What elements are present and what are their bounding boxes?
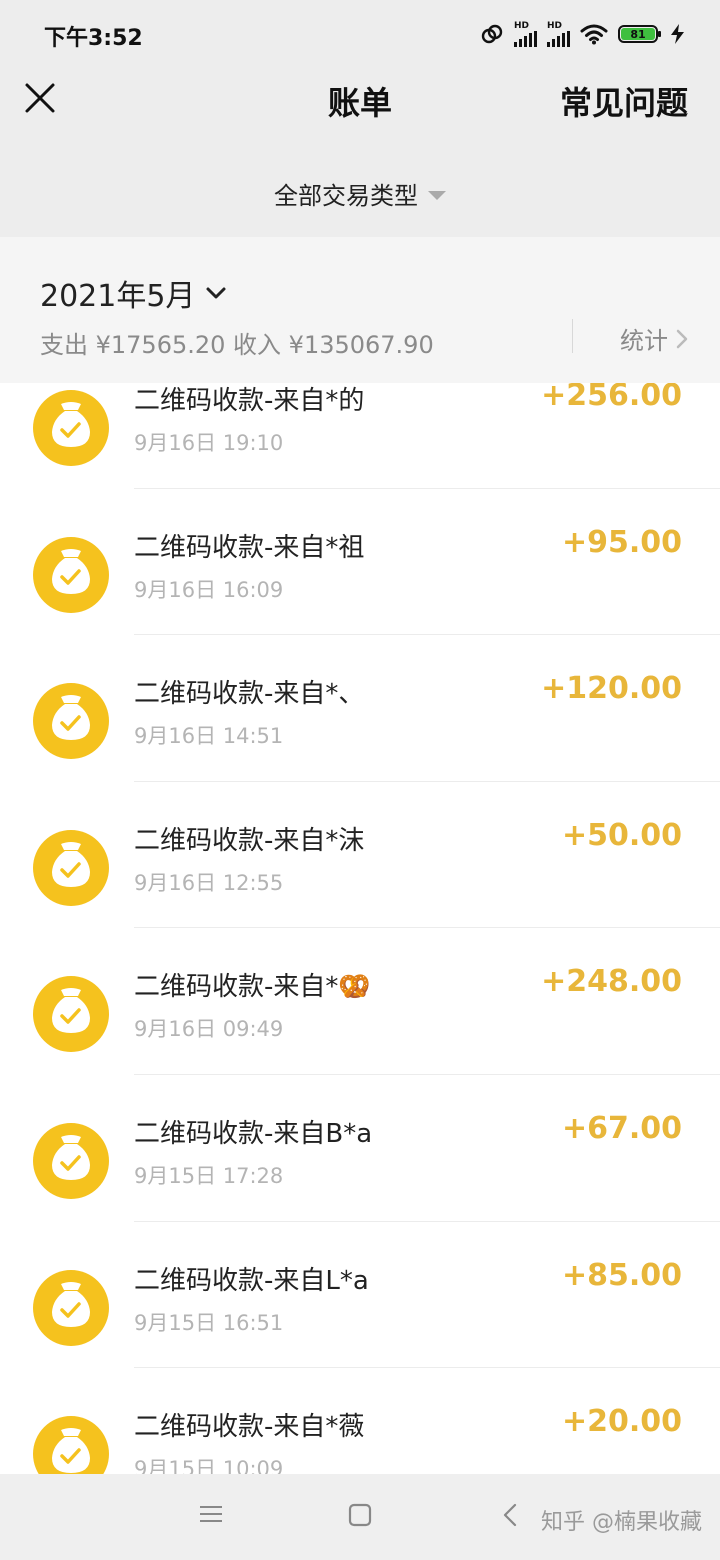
stats-label: 统计: [620, 327, 668, 355]
status-time: 下午3:52: [44, 26, 143, 51]
status-icons: HD HD 81: [480, 18, 688, 50]
money-bag-check-icon: [52, 402, 90, 447]
transaction-date: 9月16日 12:55: [134, 870, 284, 895]
transaction-row[interactable]: 二维码收款-来自B*a 9月15日 17:28 +67.00: [0, 1075, 720, 1222]
caret-down-icon: [428, 190, 446, 200]
battery-level: 81: [630, 27, 646, 41]
transaction-icon: [33, 1122, 109, 1199]
transaction-title: 二维码收款-来自*沫: [134, 825, 365, 856]
link-icon: [481, 24, 503, 44]
chevron-down-icon: [206, 287, 226, 299]
transaction-date: 9月15日 10:09: [134, 1457, 284, 1474]
back-button[interactable]: [500, 1502, 520, 1532]
transaction-row[interactable]: 二维码收款-来自*沫 9月16日 12:55 +50.00: [0, 782, 720, 929]
back-icon: [503, 1503, 517, 1527]
signal-icon: HD: [514, 20, 537, 47]
filter-label: 全部交易类型: [274, 182, 418, 210]
wifi-icon: [580, 24, 608, 45]
transaction-icon: [33, 390, 109, 466]
transaction-type-filter[interactable]: 全部交易类型: [0, 176, 720, 211]
transaction-date: 9月15日 16:51: [134, 1310, 284, 1335]
transaction-icon: [33, 976, 109, 1053]
money-bag-check-icon: [52, 1428, 90, 1474]
transaction-title: 二维码收款-来自B*a: [134, 1118, 373, 1149]
money-bag-check-icon: [52, 1134, 90, 1180]
transaction-row[interactable]: 二维码收款-来自*🥨 9月16日 09:49 +248.00: [0, 928, 720, 1075]
stats-button[interactable]: 统计: [620, 321, 688, 356]
menu-button[interactable]: [198, 1502, 224, 1530]
transaction-icon: [33, 683, 109, 760]
chevron-right-icon: [676, 329, 688, 348]
transaction-row[interactable]: 二维码收款-来自*薇 9月15日 10:09 +20.00: [0, 1368, 720, 1474]
transaction-list[interactable]: 二维码收款-来自*的 9月16日 19:10 +256.00 二维码收款-来自*祖 9月…: [0, 342, 720, 1474]
transaction-title: 二维码收款-来自*🥨: [134, 972, 371, 1003]
system-navigation-bar: 知乎 @楠果收藏: [0, 1474, 720, 1560]
transaction-amount: +67.00: [561, 1110, 682, 1146]
money-bag-check-icon: [52, 695, 90, 741]
transaction-amount: +248.00: [541, 964, 682, 1000]
signal-icon-2: HD: [547, 20, 570, 47]
transaction-title: 二维码收款-来自L*a: [134, 1265, 369, 1296]
faq-button[interactable]: 常见问题: [560, 78, 688, 124]
home-button[interactable]: [347, 1502, 373, 1532]
transaction-title: 二维码收款-来自*的: [134, 386, 365, 416]
money-bag-check-icon: [52, 1281, 90, 1327]
transaction-title: 二维码收款-来自*祖: [134, 532, 365, 563]
transaction-date: 9月15日 17:28: [134, 1163, 284, 1188]
transaction-date: 9月16日 16:09: [134, 577, 284, 602]
divider: [572, 319, 573, 353]
battery-icon: 81: [618, 25, 661, 43]
transaction-amount: +256.00: [541, 378, 682, 413]
transaction-icon: [33, 1269, 109, 1346]
transaction-title: 二维码收款-来自*薇: [134, 1412, 365, 1443]
transaction-icon: [33, 1416, 109, 1474]
transaction-row[interactable]: 二维码收款-来自*、 9月16日 14:51 +120.00: [0, 635, 720, 782]
transaction-row[interactable]: 二维码收款-来自*祖 9月16日 16:09 +95.00: [0, 489, 720, 636]
transaction-icon: [33, 536, 109, 613]
transaction-title: 二维码收款-来自*、: [134, 679, 365, 710]
charging-icon: [671, 24, 684, 44]
transaction-amount: +20.00: [561, 1404, 682, 1440]
transaction-amount: +50.00: [561, 817, 682, 853]
status-bar: 下午3:52 HD HD 81: [0, 0, 720, 68]
money-bag-check-icon: [52, 841, 90, 887]
transaction-amount: +95.00: [561, 524, 682, 560]
transaction-row[interactable]: 二维码收款-来自L*a 9月15日 16:51 +85.00: [0, 1222, 720, 1369]
hd-label-2: HD: [547, 20, 563, 31]
hd-label: HD: [514, 20, 530, 31]
month-header: 2021年5月 支出 ¥17565.20 收入 ¥135067.90 统计: [0, 237, 720, 383]
transaction-date: 9月16日 09:49: [134, 1017, 284, 1042]
transaction-date: 9月16日 19:10: [134, 431, 284, 455]
menu-icon: [200, 1506, 222, 1522]
money-bag-check-icon: [52, 548, 90, 594]
square-icon: [348, 1503, 372, 1527]
transaction-amount: +120.00: [541, 671, 682, 707]
transaction-date: 9月16日 14:51: [134, 724, 284, 749]
month-summary: 支出 ¥17565.20 收入 ¥135067.90: [40, 331, 434, 359]
money-bag-check-icon: [52, 988, 90, 1034]
transaction-icon: [33, 829, 109, 906]
month-selector[interactable]: 2021年5月: [40, 271, 227, 315]
transaction-amount: +85.00: [561, 1257, 682, 1293]
watermark: 知乎 @楠果收藏: [541, 1510, 702, 1535]
month-label: 2021年5月: [40, 279, 196, 314]
